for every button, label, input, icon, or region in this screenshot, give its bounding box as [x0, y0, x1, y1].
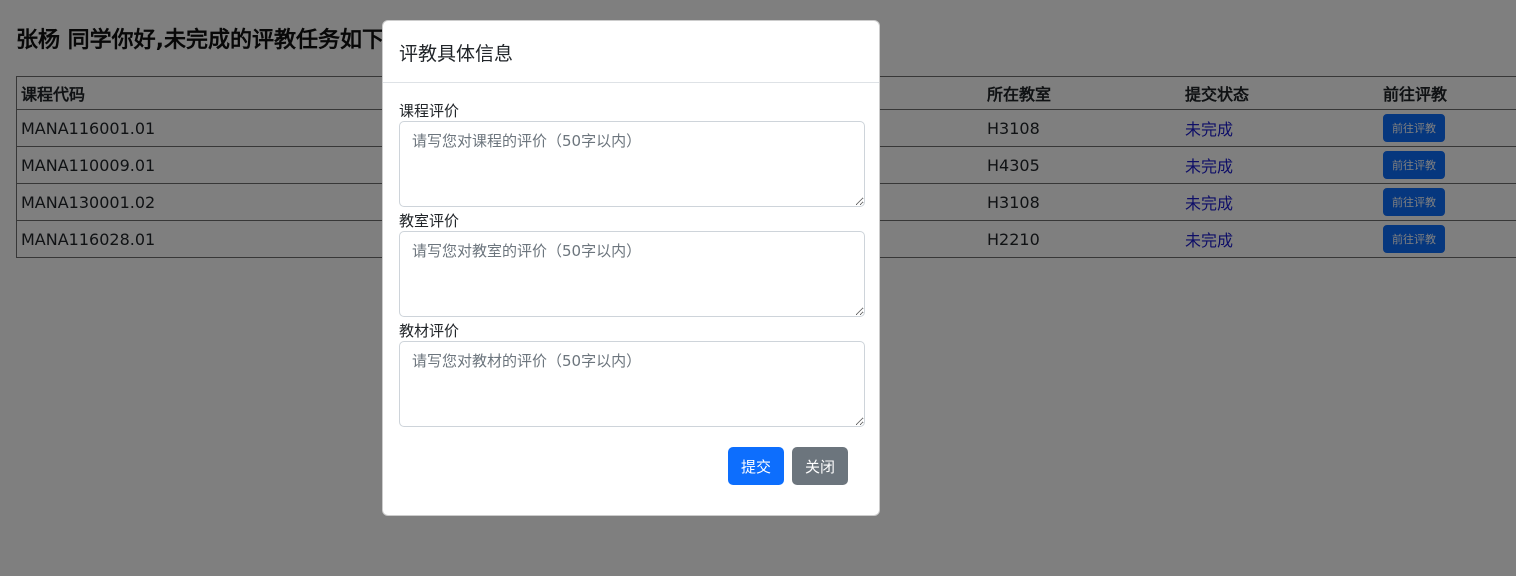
close-button[interactable]: 关闭 [791, 447, 848, 485]
course-evaluation-textarea[interactable] [399, 121, 865, 207]
submit-button[interactable]: 提交 [727, 447, 784, 485]
course-evaluation-label: 课程评价 [399, 102, 460, 120]
classroom-evaluation-textarea[interactable] [399, 231, 865, 317]
modal-footer: 提交 关闭 [727, 447, 848, 485]
classroom-evaluation-label: 教室评价 [399, 212, 460, 230]
modal-title: 评教具体信息 [399, 43, 514, 65]
textbook-evaluation-label: 教材评价 [399, 322, 460, 340]
textbook-evaluation-textarea[interactable] [399, 341, 865, 427]
modal-header: 评教具体信息 [383, 21, 879, 83]
page: 张杨 同学你好,未完成的评教任务如下 课程代码 课程名称 所在教室 提交状态 前… [0, 0, 1516, 576]
modal-body: 课程评价 教室评价 教材评价 [383, 83, 879, 427]
evaluation-modal: 评教具体信息 课程评价 教室评价 教材评价 提交 关闭 [382, 20, 880, 516]
